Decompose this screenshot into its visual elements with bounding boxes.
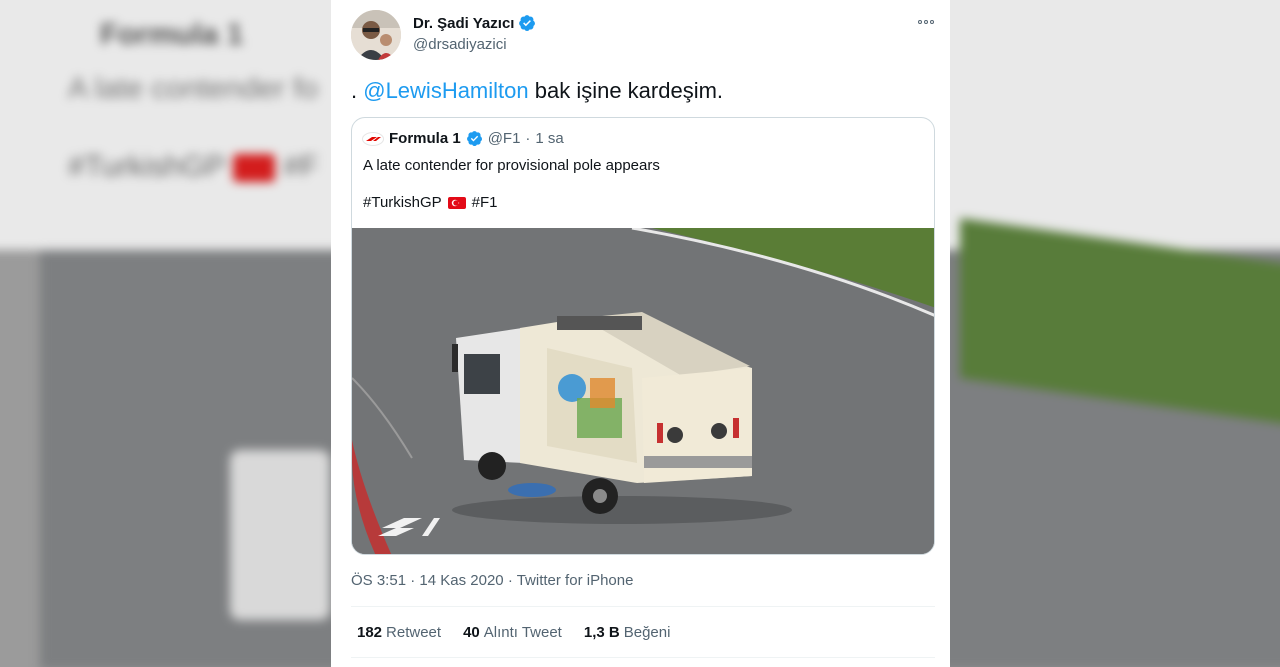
quoted-header: Formula 1 @F1 · 1 sa <box>362 130 564 147</box>
more-options-icon[interactable] <box>914 12 938 32</box>
quote-tweet-stat[interactable]: 40 Alıntı Tweet <box>463 624 562 641</box>
tweet-time[interactable]: ÖS 3:51 <box>351 572 406 589</box>
tweet-body: bak işine kardeşim. <box>528 78 724 103</box>
avatar[interactable] <box>351 10 401 60</box>
quoted-separator: · <box>525 130 531 147</box>
like-stat[interactable]: 1,3 B Beğeni <box>584 624 671 641</box>
hashtag-turkishgp[interactable]: #TurkishGP <box>363 194 442 211</box>
quoted-time[interactable]: 1 sa <box>535 130 563 147</box>
mention-link[interactable]: @LewisHamilton <box>363 78 528 103</box>
background-author: Formula 1 <box>100 18 244 51</box>
author-row: Dr. Şadi Yazıcı <box>413 14 536 32</box>
verified-badge-icon <box>519 15 536 31</box>
quoted-photo[interactable] <box>352 228 935 555</box>
meta-separator: · <box>410 572 416 589</box>
tweet-source[interactable]: Twitter for iPhone <box>517 572 634 589</box>
background-tweet-text: A late contender fo <box>68 72 319 105</box>
quoted-tweet[interactable]: Formula 1 @F1 · 1 sa A late contender fo… <box>351 117 935 555</box>
meta-separator: · <box>507 572 513 589</box>
author-name[interactable]: Dr. Şadi Yazıcı <box>413 15 514 32</box>
quoted-hashtags: #TurkishGP #F1 <box>363 194 498 211</box>
quoted-handle: @F1 <box>487 130 521 147</box>
tweet-text: . @LewisHamilton bak işine kardeşim. <box>351 78 723 104</box>
tweet-date[interactable]: 14 Kas 2020 <box>419 572 503 589</box>
divider <box>351 606 935 607</box>
retweet-stat[interactable]: 182 Retweet <box>357 624 441 641</box>
background-hashtags: #TurkishGP #F <box>68 150 319 183</box>
tweet-card: Dr. Şadi Yazıcı @drsadiyazici . @LewisHa… <box>331 0 950 667</box>
f1-logo-icon <box>362 131 384 146</box>
turkey-flag-icon <box>447 196 466 209</box>
divider <box>351 657 935 658</box>
tweet-stats: 182 Retweet 40 Alıntı Tweet 1,3 B Beğeni <box>357 624 670 641</box>
verified-badge-icon <box>466 131 482 147</box>
quoted-text: A late contender for provisional pole ap… <box>363 157 660 174</box>
author-handle[interactable]: @drsadiyazici <box>413 36 507 53</box>
tweet-prefix: . <box>351 78 364 103</box>
quoted-author-name[interactable]: Formula 1 <box>389 130 461 147</box>
hashtag-f1[interactable]: #F1 <box>472 194 498 211</box>
tweet-meta: ÖS 3:51 · 14 Kas 2020 · Twitter for iPho… <box>351 572 633 589</box>
